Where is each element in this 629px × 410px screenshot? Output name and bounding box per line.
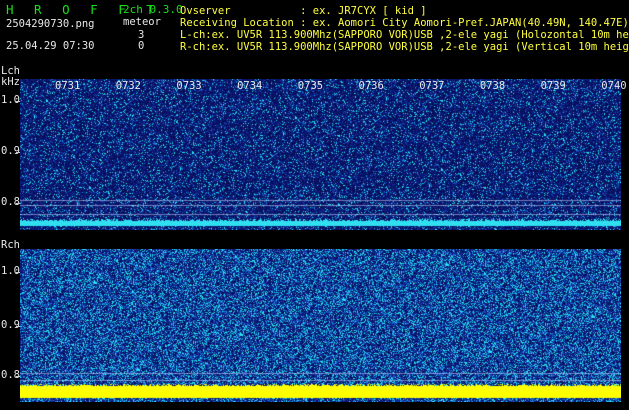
- rch-spectrogram: [20, 249, 621, 402]
- time-axis-label: 0738: [479, 80, 506, 92]
- time-axis-label: 0739: [540, 80, 566, 92]
- meteor-count-lch: 3: [138, 29, 145, 41]
- time-axis-label: 0737: [419, 80, 445, 92]
- khz-unit-label: kHz: [1, 76, 20, 88]
- lch-label: Lch: [1, 65, 20, 77]
- time-axis-label: 0735: [297, 80, 324, 92]
- rch-setup-line: R-ch:ex. UV5R 113.900Mhz(SAPPORO VOR)USB…: [180, 41, 629, 53]
- lch-setup-line: L-ch:ex. UV5R 113.900Mhz(SAPPORO VOR)USB…: [180, 29, 629, 41]
- lch-spectrogram: [20, 79, 621, 230]
- time-axis-label: 0733: [176, 80, 202, 92]
- time-axis-label: 0736: [358, 80, 384, 92]
- time-axis-label: 0734: [237, 80, 263, 92]
- meteor-count-rch: 0: [138, 40, 145, 52]
- meteor-label: meteor: [123, 16, 161, 28]
- time-axis-label: 0732: [115, 80, 141, 92]
- mode-label: 2ch 0.3.0: [123, 3, 183, 16]
- rch-label: Rch: [1, 239, 20, 251]
- location-line: Receiving Location : ex. Aomori City Aom…: [180, 17, 629, 29]
- file-name: 2504290730.png: [6, 18, 95, 30]
- time-axis-label: 0740: [601, 80, 627, 92]
- capture-datetime: 25.04.29 07:30: [6, 40, 95, 52]
- time-axis-label: 0731: [55, 80, 81, 92]
- observer-line: Ovserver : ex. JR7CYX [ kid ]: [180, 5, 427, 17]
